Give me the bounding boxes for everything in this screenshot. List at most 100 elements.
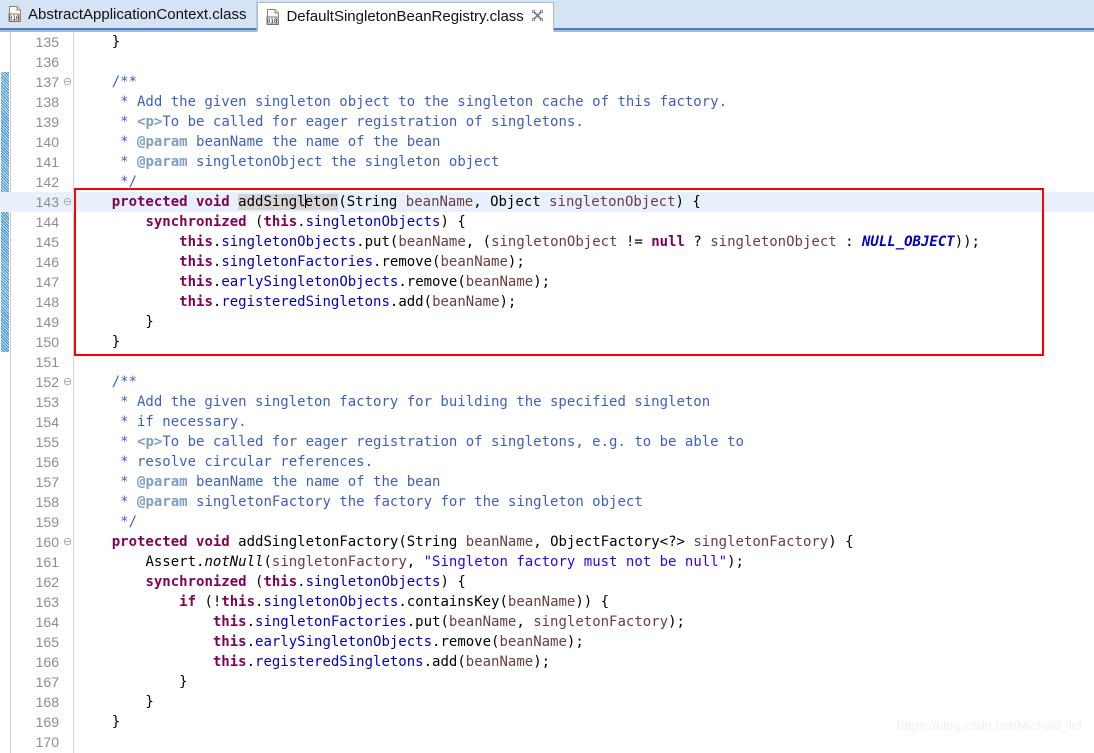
code-text: } [78,694,154,710]
code-text: * @param beanName the name of the bean [78,134,441,150]
svg-text:010: 010 [267,18,278,25]
code-line[interactable]: 161 Assert.notNull(singletonFactory, "Si… [0,552,1094,572]
code-line[interactable]: 136 [0,52,1094,72]
code-line[interactable]: 156 * resolve circular references. [0,452,1094,472]
class-file-icon: 010 [266,8,281,25]
code-text: } [78,334,121,350]
watermark-text: https://blog.csdn.net/Michael_lcf [897,718,1082,733]
line-number: 135 [35,34,59,50]
code-text: * Add the given singleton factory for bu… [78,394,711,410]
code-line[interactable]: 143 ⊖ protected void addSingleton(String … [0,192,1094,212]
code-editor-area[interactable]: 135 } 136 137 ⊖ /** 138 * Add the given sing… [0,32,1094,753]
line-number: 153 [35,394,59,410]
line-number: 139 [35,114,59,130]
code-line[interactable]: 158 * @param singletonFactory the factor… [0,492,1094,512]
fold-collapse-icon[interactable]: ⊖ [62,372,73,392]
code-line[interactable]: 151 [0,352,1094,372]
svg-text:010: 010 [9,15,20,22]
code-line[interactable]: 149 } [0,312,1094,332]
code-line[interactable]: 148 this.registeredSingletons.add(beanNa… [0,292,1094,312]
code-line[interactable]: 147 this.earlySingletonObjects.remove(be… [0,272,1094,292]
line-number: 152 [35,374,59,390]
tab-label: AbstractApplicationContext.class [28,5,247,23]
line-number: 154 [35,414,59,430]
code-line[interactable]: 142 */ [0,172,1094,192]
code-line[interactable]: 137 ⊖ /** [0,72,1094,92]
code-line[interactable]: 154 * if necessary. [0,412,1094,432]
code-line[interactable]: 141 * @param singletonObject the singlet… [0,152,1094,172]
line-number: 159 [35,514,59,530]
tab-bar-empty-space [553,0,1094,30]
line-number: 136 [35,54,59,70]
code-line[interactable]: 167 } [0,672,1094,692]
code-line[interactable]: 135 } [0,32,1094,52]
line-number: 169 [35,714,59,730]
tab-default-singleton-bean-registry[interactable]: 010 DefaultSingletonBeanRegistry.class [257,2,554,32]
line-number: 148 [35,294,59,310]
code-text: protected void addSingletonFactory(Strin… [111,534,854,550]
code-text: * @param beanName the name of the bean [78,474,441,490]
line-number: 146 [35,254,59,270]
code-text: * if necessary. [78,414,247,430]
line-number: 165 [35,634,59,650]
code-text: * Add the given singleton object to the … [78,94,728,110]
code-line[interactable]: 164 this.singletonFactories.put(beanName… [0,612,1094,632]
code-line[interactable]: 153 * Add the given singleton factory fo… [0,392,1094,412]
fold-collapse-icon[interactable]: ⊖ [62,192,73,212]
code-line[interactable]: 163 if (!this.singletonObjects.containsK… [0,592,1094,612]
line-number: 150 [35,334,59,350]
code-text: this.singletonObjects.put(beanName, (sin… [179,234,980,250]
line-number: 138 [35,94,59,110]
code-text: } [78,34,121,50]
code-text: /** [78,374,138,390]
code-line[interactable]: 165 this.earlySingletonObjects.remove(be… [0,632,1094,652]
code-line[interactable]: 159 */ [0,512,1094,532]
code-text: } [78,314,154,330]
code-text: protected void addSingleton(String beanN… [111,194,701,210]
line-number: 143 [35,194,59,210]
line-number: 156 [35,454,59,470]
tab-label: DefaultSingletonBeanRegistry.class [286,8,524,25]
line-number: 157 [35,474,59,490]
code-line[interactable]: 140 * @param beanName the name of the be… [0,132,1094,152]
code-line[interactable]: 144 synchronized (this.singletonObjects)… [0,212,1094,232]
code-line[interactable]: 139 * <p>To be called for eager registra… [0,112,1094,132]
code-text: this.registeredSingletons.add(beanName); [179,294,517,310]
line-number: 158 [35,494,59,510]
code-text: synchronized (this.singletonObjects) { [145,574,466,590]
code-text: * resolve circular references. [78,454,374,470]
code-text: * <p>To be called for eager registration… [78,114,584,130]
code-text: this.earlySingletonObjects.remove(beanNa… [179,274,551,290]
fold-collapse-icon[interactable]: ⊖ [62,532,73,552]
code-line[interactable]: 152 ⊖ /** [0,372,1094,392]
code-text: Assert.notNull(singletonFactory, "Single… [145,554,744,570]
class-file-icon: 010 [8,6,23,22]
code-line[interactable]: 155 * <p>To be called for eager registra… [0,432,1094,452]
editor-tab-bar: 010 AbstractApplicationContext.class 010… [0,0,1094,32]
line-number: 145 [35,234,59,250]
code-text: if (!this.singletonObjects.containsKey(b… [179,594,610,610]
line-number: 151 [35,354,59,370]
code-text: /** [78,74,138,90]
code-line[interactable]: 162 synchronized (this.singletonObjects)… [0,572,1094,592]
code-line[interactable]: 146 this.singletonFactories.remove(beanN… [0,252,1094,272]
fold-collapse-icon[interactable]: ⊖ [62,72,73,92]
line-number: 163 [35,594,59,610]
tab-abstract-application-context[interactable]: 010 AbstractApplicationContext.class [0,0,258,30]
code-line[interactable]: 166 this.registeredSingletons.add(beanNa… [0,652,1094,672]
code-text: */ [78,514,138,530]
code-line[interactable]: 145 this.singletonObjects.put(beanName, … [0,232,1094,252]
line-number: 137 [35,74,59,90]
line-number: 166 [35,654,59,670]
code-line[interactable]: 160 ⊖ protected void addSingletonFactory(… [0,532,1094,552]
code-line[interactable]: 168 } [0,692,1094,712]
line-number: 149 [35,314,59,330]
line-number: 147 [35,274,59,290]
code-line[interactable]: 138 * Add the given singleton object to … [0,92,1094,112]
close-icon[interactable] [531,9,544,24]
code-text: } [78,674,188,690]
code-line[interactable]: 157 * @param beanName the name of the be… [0,472,1094,492]
code-line[interactable]: 170 [0,732,1094,752]
code-line[interactable]: 150 } [0,332,1094,352]
code-text: synchronized (this.singletonObjects) { [145,214,466,230]
